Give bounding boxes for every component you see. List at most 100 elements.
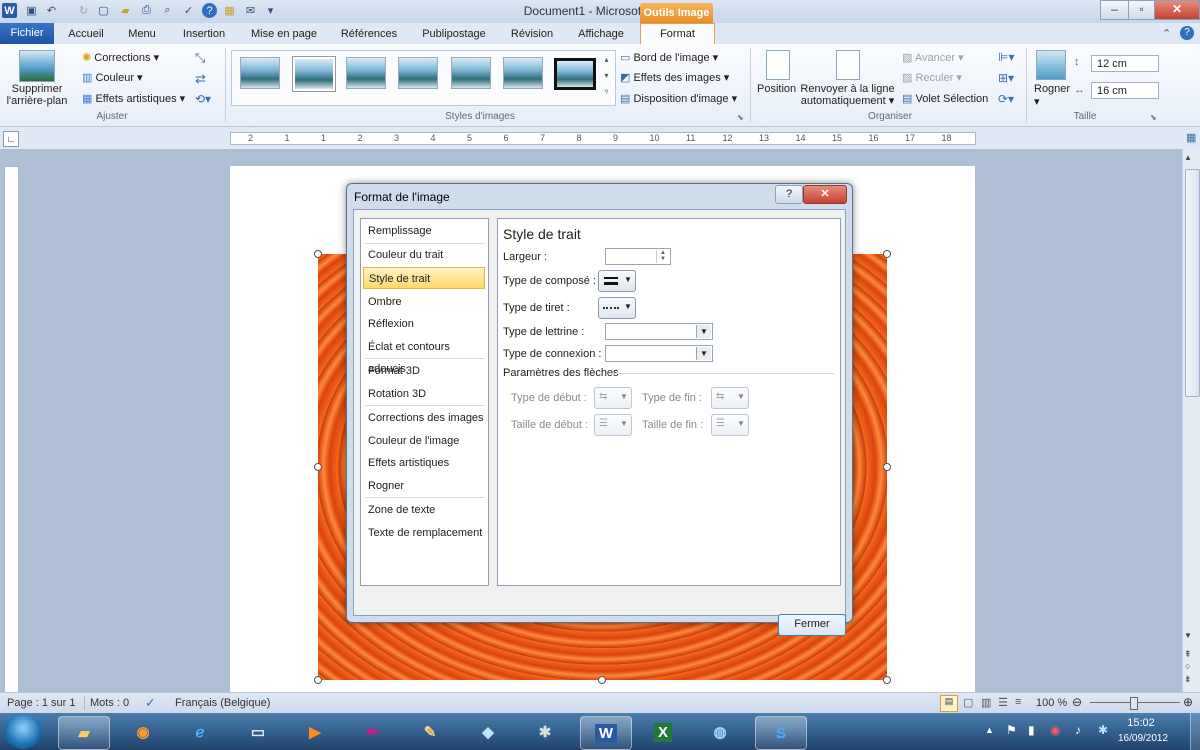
- firefox-icon[interactable]: ◉: [118, 716, 168, 748]
- tab-revision[interactable]: Révision: [504, 26, 560, 43]
- help-icon-ribbon[interactable]: ?: [1180, 26, 1194, 40]
- group-objects-icon[interactable]: ⊞▾: [998, 71, 1014, 85]
- word-count[interactable]: Mots : 0: [90, 697, 129, 709]
- maximize-button[interactable]: ▫: [1128, 0, 1155, 20]
- effets-images-button[interactable]: ◩ Effets des images ▾: [620, 71, 729, 84]
- tab-selector[interactable]: ∟: [3, 131, 19, 147]
- prev-page-icon[interactable]: ⇞: [1184, 649, 1192, 660]
- scroll-thumb[interactable]: [1185, 169, 1200, 397]
- clock-time[interactable]: 15:02: [1118, 717, 1164, 729]
- compress-pictures-icon[interactable]: ⤡: [195, 50, 205, 66]
- nav-reflexion[interactable]: Réflexion: [363, 313, 485, 335]
- explorer-icon[interactable]: ▰: [58, 716, 110, 750]
- nav-effets-artistiques[interactable]: Effets artistiques: [363, 452, 485, 474]
- page-count[interactable]: Page : 1 sur 1: [7, 697, 76, 709]
- media-player-icon[interactable]: ▶: [290, 716, 340, 748]
- picture-style-thumb[interactable]: [451, 57, 491, 89]
- nav-couleur-trait[interactable]: Couleur du trait: [363, 244, 485, 266]
- flag-icon[interactable]: ⚑: [1006, 723, 1017, 737]
- dialog-launcher-icon[interactable]: ⬊: [1150, 113, 1157, 122]
- tab-affichage[interactable]: Affichage: [570, 26, 632, 43]
- remove-background-button[interactable]: Supprimer l'arrière-plan: [2, 83, 72, 107]
- nav-ombre[interactable]: Ombre: [363, 291, 485, 313]
- print-layout-view-icon[interactable]: ▤: [940, 695, 958, 712]
- dialog-launcher-icon[interactable]: ⬊: [737, 113, 744, 122]
- begin-size-dropdown[interactable]: ☰ ▼: [594, 414, 632, 436]
- dialog-help-button[interactable]: ?: [775, 185, 803, 204]
- end-type-dropdown[interactable]: ⇆ ▼: [711, 387, 749, 409]
- internet-explorer-icon[interactable]: ℯ: [175, 716, 225, 748]
- vertical-scrollbar[interactable]: ▲ ▼ ⇞ ○ ⇟: [1182, 149, 1200, 692]
- wrap-text-icon[interactable]: [836, 50, 860, 80]
- rotate-icon[interactable]: ⟳▾: [998, 92, 1014, 106]
- volume-icon[interactable]: ♪: [1075, 723, 1081, 737]
- bluetooth-icon[interactable]: ✱: [1098, 723, 1108, 737]
- gimp-icon[interactable]: ✱: [520, 716, 570, 748]
- draft-view-icon[interactable]: ≡: [1015, 696, 1021, 708]
- spinner-arrows-icon[interactable]: ▲ ▼: [656, 250, 669, 263]
- tab-menu[interactable]: Menu: [122, 26, 162, 43]
- zoom-in-icon[interactable]: ⊕: [1183, 695, 1193, 709]
- rogner-button[interactable]: Rogner ▾: [1034, 83, 1070, 108]
- tab-fichier[interactable]: Fichier: [0, 23, 54, 44]
- minimize-ribbon-icon[interactable]: ⌃: [1162, 27, 1171, 40]
- excel-taskbar-button[interactable]: X: [638, 716, 688, 748]
- vertical-ruler[interactable]: [4, 166, 19, 693]
- start-button[interactable]: [4, 714, 42, 749]
- change-picture-icon[interactable]: ⇄: [195, 71, 206, 87]
- bord-image-button[interactable]: ▭ Bord de l'image ▾: [620, 51, 718, 64]
- view-ruler-icon[interactable]: ▦: [1186, 131, 1196, 144]
- disposition-image-button[interactable]: ▤ Disposition d'image ▾: [620, 92, 737, 105]
- tab-format[interactable]: Format: [640, 23, 715, 46]
- zoom-out-icon[interactable]: ⊖: [1072, 695, 1082, 709]
- antivirus-icon[interactable]: ◉: [1050, 723, 1060, 737]
- dash-type-dropdown[interactable]: ▼: [598, 297, 636, 319]
- resize-handle[interactable]: [598, 676, 606, 684]
- zoom-level[interactable]: 100 %: [1036, 697, 1067, 709]
- resize-handle[interactable]: [314, 250, 322, 258]
- largeur-spinner[interactable]: ▲ ▼: [605, 248, 671, 265]
- minimize-button[interactable]: –: [1100, 0, 1129, 20]
- nav-remplissage[interactable]: Remplissage: [363, 220, 485, 242]
- reculer-button[interactable]: ▨ Reculer ▾: [902, 71, 962, 84]
- avancer-button[interactable]: ▧ Avancer ▾: [902, 51, 964, 64]
- picture-style-thumb[interactable]: [240, 57, 280, 89]
- scroll-down-icon[interactable]: ▼: [1184, 631, 1192, 640]
- nav-eclat-contours[interactable]: Éclat et contours adoucis: [363, 336, 485, 375]
- nav-rogner[interactable]: Rogner: [363, 475, 485, 497]
- paint-icon[interactable]: ✎: [405, 716, 455, 748]
- picture-style-thumb-selected[interactable]: [554, 58, 596, 90]
- nav-rotation-3d[interactable]: Rotation 3D: [363, 383, 485, 405]
- resize-handle[interactable]: [883, 250, 891, 258]
- picture-style-thumb[interactable]: [503, 57, 543, 89]
- browse-object-icon[interactable]: ○: [1185, 661, 1190, 671]
- picture-style-thumb[interactable]: [292, 56, 336, 92]
- height-field[interactable]: 12 cm: [1091, 55, 1159, 72]
- effets-artistiques-button[interactable]: ▦ Effets artistiques ▾: [82, 92, 185, 105]
- tab-insertion[interactable]: Insertion: [176, 26, 232, 43]
- next-page-icon[interactable]: ⇟: [1184, 674, 1192, 685]
- volet-selection-button[interactable]: ▤ Volet Sélection: [902, 92, 988, 105]
- nav-style-trait[interactable]: Style de trait: [363, 267, 485, 289]
- zoom-slider-thumb[interactable]: [1130, 697, 1138, 710]
- show-hidden-icons[interactable]: ▲: [985, 725, 994, 735]
- align-icon[interactable]: ⊫▾: [998, 50, 1014, 64]
- thunderbird-icon[interactable]: ◍: [695, 716, 745, 748]
- app-icon[interactable]: ▭: [233, 716, 283, 748]
- resize-handle[interactable]: [314, 676, 322, 684]
- nav-zone-texte[interactable]: Zone de texte: [363, 499, 485, 521]
- picture-style-thumb[interactable]: [398, 57, 438, 89]
- word-taskbar-button[interactable]: W: [580, 716, 632, 750]
- close-window-button[interactable]: ✕: [1154, 0, 1200, 20]
- outline-view-icon[interactable]: ☰: [998, 696, 1008, 709]
- network-icon[interactable]: ▮: [1028, 723, 1035, 737]
- resize-handle[interactable]: [883, 463, 891, 471]
- resize-handle[interactable]: [314, 463, 322, 471]
- tab-mise-en-page[interactable]: Mise en page: [246, 26, 322, 43]
- scroll-up-icon[interactable]: ▲: [1184, 153, 1192, 162]
- language[interactable]: Français (Belgique): [175, 697, 270, 709]
- reset-picture-icon[interactable]: ⟲▾: [195, 92, 211, 106]
- position-icon[interactable]: [766, 50, 790, 80]
- snipping-tool-icon[interactable]: ✂: [348, 716, 398, 748]
- couleur-button[interactable]: ▥ Couleur ▾: [82, 71, 143, 84]
